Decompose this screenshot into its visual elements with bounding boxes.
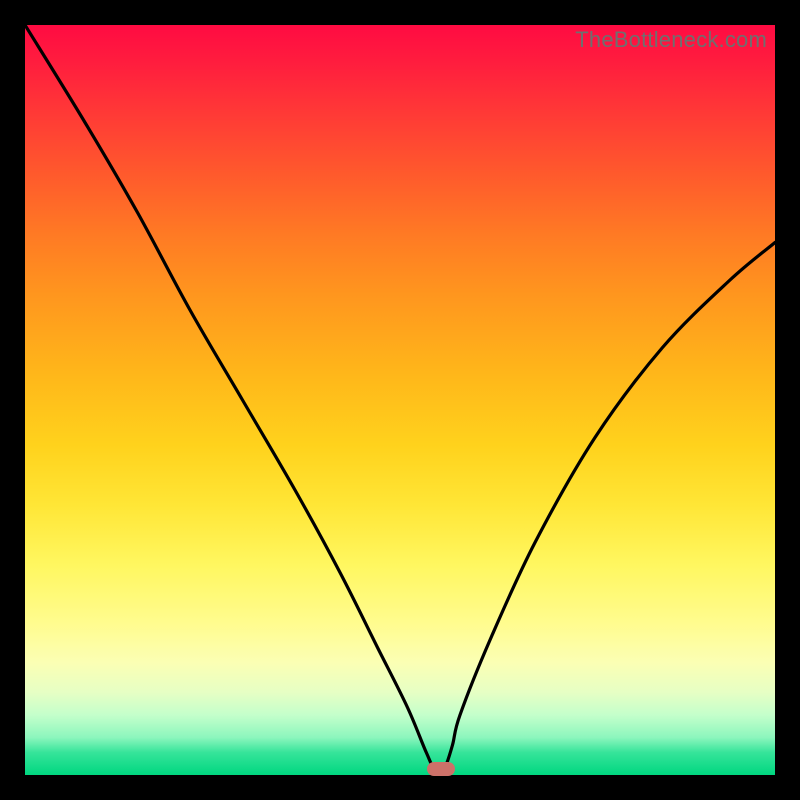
chart-frame: TheBottleneck.com bbox=[0, 0, 800, 800]
optimal-marker bbox=[427, 762, 455, 776]
bottleneck-curve bbox=[25, 25, 775, 775]
watermark-text: TheBottleneck.com bbox=[575, 27, 767, 53]
plot-area: TheBottleneck.com bbox=[25, 25, 775, 775]
